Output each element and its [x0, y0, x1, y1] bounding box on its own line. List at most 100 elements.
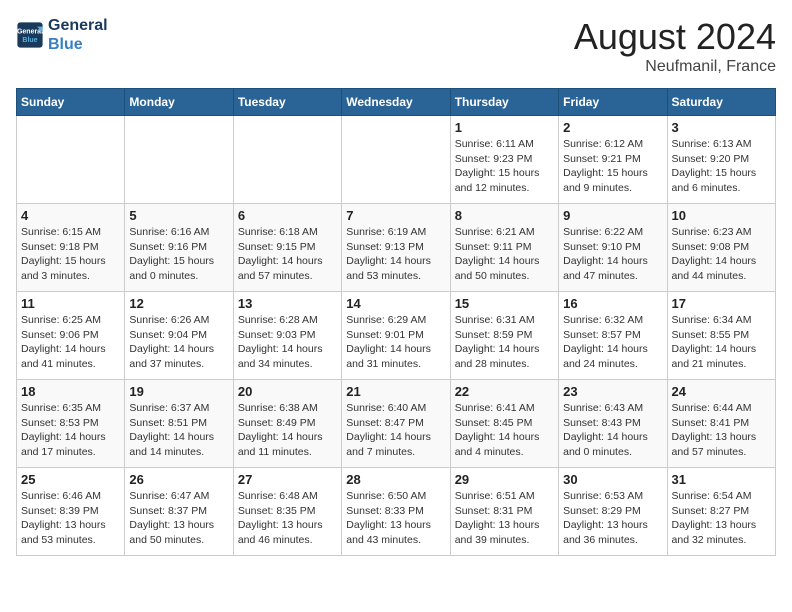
calendar-cell: 4Sunrise: 6:15 AMSunset: 9:18 PMDaylight…: [17, 204, 125, 292]
day-number: 4: [21, 208, 120, 223]
calendar-week-5: 25 Sunrise: 6:46 AMSunset: 8:39 PMDayligh…: [17, 468, 776, 556]
day-info: Sunrise: 6:47 AMSunset: 8:37 PMDaylight:…: [129, 489, 228, 548]
day-number: 15: [455, 296, 554, 311]
day-number: 26: [129, 472, 228, 487]
day-number: 14: [346, 296, 445, 311]
day-number: 29: [455, 472, 554, 487]
logo-text: GeneralBlue: [48, 16, 108, 54]
day-number: 31: [672, 472, 771, 487]
header-thursday: Thursday: [450, 89, 558, 116]
calendar-cell: 11 Sunrise: 6:25 AMSunset: 9:06 PMDayligh…: [17, 292, 125, 380]
calendar-cell: 6 Sunrise: 6:18 AMSunset: 9:15 PMDaylight…: [233, 204, 341, 292]
header-row: Sunday Monday Tuesday Wednesday Thursday…: [17, 89, 776, 116]
day-info: Sunrise: 6:12 AMSunset: 9:21 PMDaylight:…: [563, 137, 662, 196]
title-area: August 2024 Neufmanil, France: [574, 16, 776, 76]
header-wednesday: Wednesday: [342, 89, 450, 116]
day-info: Sunrise: 6:46 AMSunset: 8:39 PMDaylight:…: [21, 489, 120, 548]
calendar-cell: 30 Sunrise: 6:53 AMSunset: 8:29 PMDayligh…: [559, 468, 667, 556]
calendar-cell: 12 Sunrise: 6:26 AMSunset: 9:04 PMDayligh…: [125, 292, 233, 380]
day-info: Sunrise: 6:51 AMSunset: 8:31 PMDaylight:…: [455, 489, 554, 548]
day-number: 25: [21, 472, 120, 487]
day-info: Sunrise: 6:41 AMSunset: 8:45 PMDaylight:…: [455, 401, 554, 460]
calendar-cell: [342, 116, 450, 204]
logo: General Blue GeneralBlue: [16, 16, 108, 54]
calendar-cell: 31 Sunrise: 6:54 AMSunset: 8:27 PMDayligh…: [667, 468, 775, 556]
calendar-body: 1 Sunrise: 6:11 AMSunset: 9:23 PMDaylight…: [17, 116, 776, 556]
day-number: 23: [563, 384, 662, 399]
calendar-cell: 9 Sunrise: 6:22 AMSunset: 9:10 PMDaylight…: [559, 204, 667, 292]
day-info: Sunrise: 6:26 AMSunset: 9:04 PMDaylight:…: [129, 313, 228, 372]
subtitle: Neufmanil, France: [574, 58, 776, 76]
day-info: Sunrise: 6:25 AMSunset: 9:06 PMDaylight:…: [21, 313, 120, 372]
calendar-cell: 20 Sunrise: 6:38 AMSunset: 8:49 PMDayligh…: [233, 380, 341, 468]
calendar-cell: [125, 116, 233, 204]
header-tuesday: Tuesday: [233, 89, 341, 116]
calendar-header: Sunday Monday Tuesday Wednesday Thursday…: [17, 89, 776, 116]
day-number: 28: [346, 472, 445, 487]
calendar-cell: 22 Sunrise: 6:41 AMSunset: 8:45 PMDayligh…: [450, 380, 558, 468]
day-number: 24: [672, 384, 771, 399]
day-info: Sunrise: 6:23 AMSunset: 9:08 PMDaylight:…: [672, 225, 771, 284]
calendar-cell: 21 Sunrise: 6:40 AMSunset: 8:47 PMDayligh…: [342, 380, 450, 468]
calendar-cell: 29 Sunrise: 6:51 AMSunset: 8:31 PMDayligh…: [450, 468, 558, 556]
day-info: Sunrise: 6:53 AMSunset: 8:29 PMDaylight:…: [563, 489, 662, 548]
calendar-week-3: 11 Sunrise: 6:25 AMSunset: 9:06 PMDayligh…: [17, 292, 776, 380]
day-info: Sunrise: 6:29 AMSunset: 9:01 PMDaylight:…: [346, 313, 445, 372]
calendar-cell: [17, 116, 125, 204]
calendar-cell: 24 Sunrise: 6:44 AMSunset: 8:41 PMDayligh…: [667, 380, 775, 468]
day-number: 21: [346, 384, 445, 399]
svg-text:General: General: [17, 29, 43, 36]
day-info: Sunrise: 6:35 AMSunset: 8:53 PMDaylight:…: [21, 401, 120, 460]
day-info: Sunrise: 6:43 AMSunset: 8:43 PMDaylight:…: [563, 401, 662, 460]
day-info: Sunrise: 6:11 AMSunset: 9:23 PMDaylight:…: [455, 137, 554, 196]
calendar-cell: 7Sunrise: 6:19 AMSunset: 9:13 PMDaylight…: [342, 204, 450, 292]
day-info: Sunrise: 6:37 AMSunset: 8:51 PMDaylight:…: [129, 401, 228, 460]
day-info: Sunrise: 6:18 AMSunset: 9:15 PMDaylight:…: [238, 225, 337, 284]
day-info: Sunrise: 6:19 AMSunset: 9:13 PMDaylight:…: [346, 225, 445, 284]
day-number: 22: [455, 384, 554, 399]
header-friday: Friday: [559, 89, 667, 116]
day-number: 8: [455, 208, 554, 223]
day-info: Sunrise: 6:21 AMSunset: 9:11 PMDaylight:…: [455, 225, 554, 284]
calendar-week-2: 4Sunrise: 6:15 AMSunset: 9:18 PMDaylight…: [17, 204, 776, 292]
day-number: 1: [455, 120, 554, 135]
day-number: 20: [238, 384, 337, 399]
header-monday: Monday: [125, 89, 233, 116]
day-info: Sunrise: 6:22 AMSunset: 9:10 PMDaylight:…: [563, 225, 662, 284]
day-info: Sunrise: 6:38 AMSunset: 8:49 PMDaylight:…: [238, 401, 337, 460]
calendar-cell: 10 Sunrise: 6:23 AMSunset: 9:08 PMDayligh…: [667, 204, 775, 292]
calendar-cell: 16 Sunrise: 6:32 AMSunset: 8:57 PMDayligh…: [559, 292, 667, 380]
day-info: Sunrise: 6:32 AMSunset: 8:57 PMDaylight:…: [563, 313, 662, 372]
day-info: Sunrise: 6:40 AMSunset: 8:47 PMDaylight:…: [346, 401, 445, 460]
day-number: 30: [563, 472, 662, 487]
day-info: Sunrise: 6:28 AMSunset: 9:03 PMDaylight:…: [238, 313, 337, 372]
logo-icon: General Blue: [16, 21, 44, 49]
day-info: Sunrise: 6:13 AMSunset: 9:20 PMDaylight:…: [672, 137, 771, 196]
calendar-cell: 13 Sunrise: 6:28 AMSunset: 9:03 PMDayligh…: [233, 292, 341, 380]
day-number: 6: [238, 208, 337, 223]
calendar-cell: 18 Sunrise: 6:35 AMSunset: 8:53 PMDayligh…: [17, 380, 125, 468]
day-info: Sunrise: 6:16 AMSunset: 9:16 PMDaylight:…: [129, 225, 228, 284]
day-number: 11: [21, 296, 120, 311]
day-number: 19: [129, 384, 228, 399]
calendar-cell: 27Sunrise: 6:48 AMSunset: 8:35 PMDayligh…: [233, 468, 341, 556]
day-number: 18: [21, 384, 120, 399]
calendar-cell: 15Sunrise: 6:31 AMSunset: 8:59 PMDayligh…: [450, 292, 558, 380]
calendar-cell: 3Sunrise: 6:13 AMSunset: 9:20 PMDaylight…: [667, 116, 775, 204]
day-number: 10: [672, 208, 771, 223]
day-info: Sunrise: 6:54 AMSunset: 8:27 PMDaylight:…: [672, 489, 771, 548]
page-header: General Blue GeneralBlue August 2024 Neu…: [16, 16, 776, 76]
calendar-week-4: 18 Sunrise: 6:35 AMSunset: 8:53 PMDayligh…: [17, 380, 776, 468]
calendar-cell: 23 Sunrise: 6:43 AMSunset: 8:43 PMDayligh…: [559, 380, 667, 468]
calendar-cell: [233, 116, 341, 204]
day-info: Sunrise: 6:48 AMSunset: 8:35 PMDaylight:…: [238, 489, 337, 548]
day-info: Sunrise: 6:44 AMSunset: 8:41 PMDaylight:…: [672, 401, 771, 460]
calendar-cell: 1 Sunrise: 6:11 AMSunset: 9:23 PMDaylight…: [450, 116, 558, 204]
calendar-cell: 5Sunrise: 6:16 AMSunset: 9:16 PMDaylight…: [125, 204, 233, 292]
header-sunday: Sunday: [17, 89, 125, 116]
day-number: 9: [563, 208, 662, 223]
main-title: August 2024: [574, 16, 776, 58]
day-number: 16: [563, 296, 662, 311]
day-number: 13: [238, 296, 337, 311]
day-number: 12: [129, 296, 228, 311]
